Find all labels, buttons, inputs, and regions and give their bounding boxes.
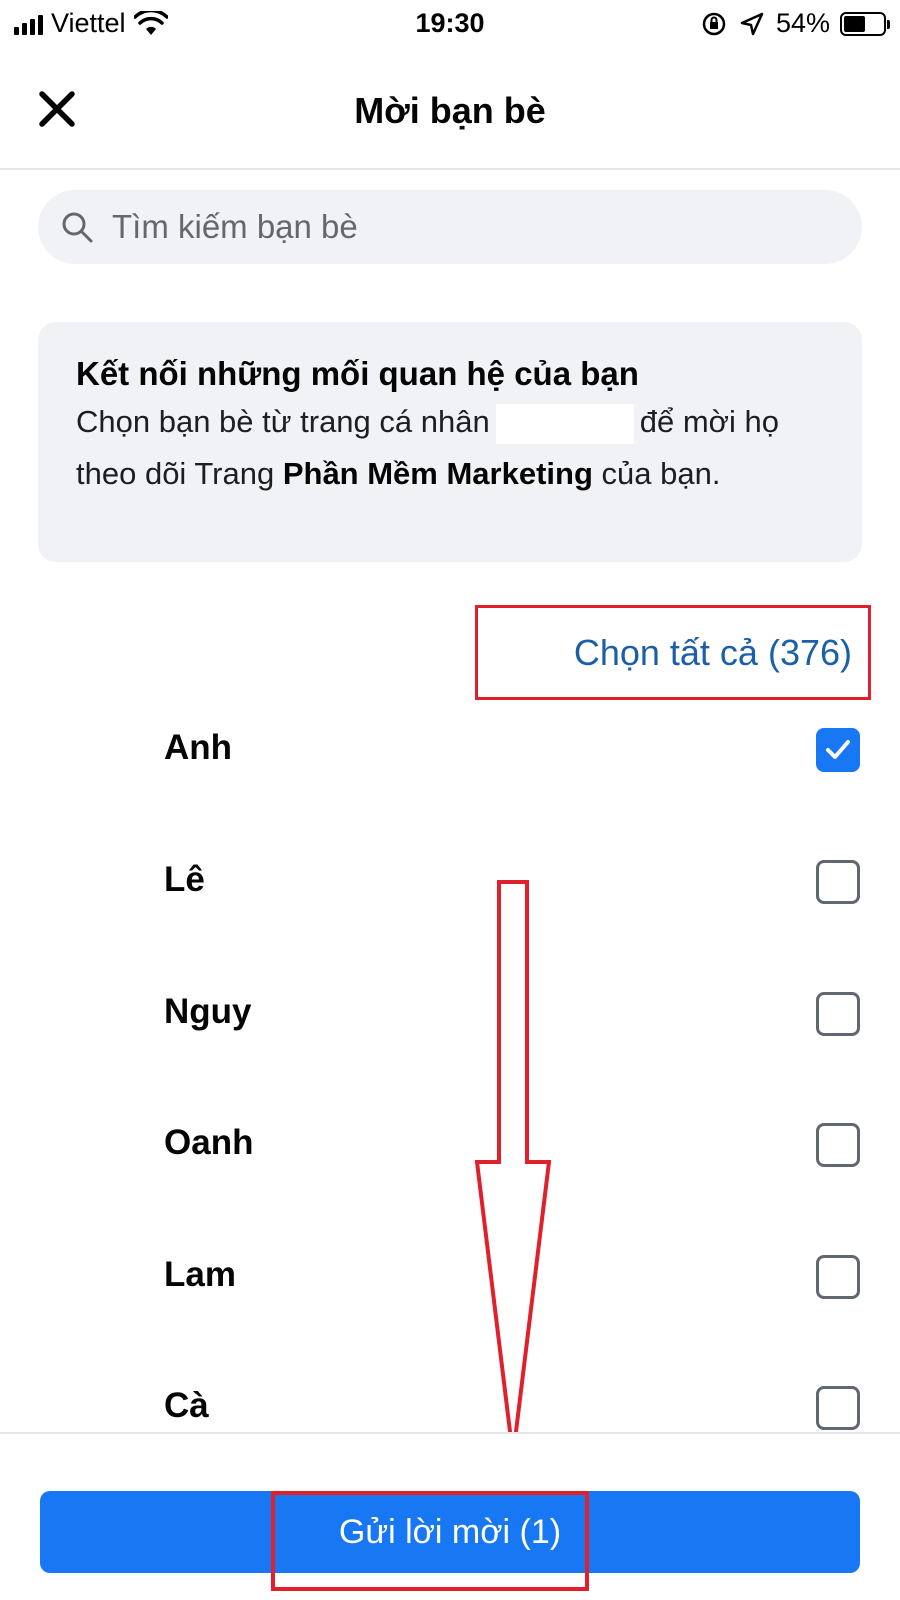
friend-row[interactable]: Oanh [0, 1105, 900, 1185]
send-invites-label: Gửi lời mời (1) [338, 1513, 562, 1551]
friend-checkbox[interactable] [816, 860, 860, 904]
friend-name: Oanh [164, 1123, 254, 1162]
orientation-lock-icon [702, 12, 726, 35]
friend-name: Anh [164, 728, 233, 767]
friend-row[interactable]: Nguy [0, 974, 900, 1054]
friend-name: Nguy [164, 992, 252, 1031]
friend-checkbox[interactable] [816, 992, 860, 1036]
info-card: Kết nối những mối quan hệ của bạn Chọn b… [38, 322, 862, 562]
select-all-label: Chọn tất cả (376) [573, 631, 852, 673]
friend-name: Lê [164, 860, 205, 899]
friend-checkbox[interactable] [816, 1255, 860, 1299]
location-icon [740, 12, 764, 35]
friend-row[interactable]: Lê [0, 842, 900, 922]
info-body: Chọn bạn bè từ trang cá nhân để mời họ th… [76, 396, 824, 500]
status-right: 54% [700, 8, 890, 39]
info-title: Kết nối những mối quan hệ của bạn [76, 355, 639, 392]
friend-name: Cà [164, 1386, 209, 1425]
friend-checkbox[interactable] [816, 1386, 860, 1430]
page-title: Mời bạn bè [354, 90, 546, 131]
search-icon [62, 212, 93, 243]
friend-row[interactable]: Anh [0, 710, 900, 790]
search-input[interactable] [112, 208, 812, 246]
battery-icon [840, 11, 890, 36]
page-name: Phần Mềm Marketing [282, 456, 593, 491]
status-bar: Viettel 19:30 54% [0, 0, 900, 50]
friend-checkbox[interactable] [816, 728, 860, 772]
battery-fill [844, 15, 865, 32]
select-all-button[interactable]: Chọn tất cả (376) [475, 605, 871, 700]
friend-row[interactable]: Lam [0, 1237, 900, 1317]
header: Mời bạn bè [0, 60, 900, 170]
battery-percent: 54% [775, 8, 830, 38]
friend-name: Lam [164, 1255, 236, 1294]
send-invites-button[interactable]: Gửi lời mời (1) [40, 1491, 860, 1573]
friend-checkbox[interactable] [816, 1123, 860, 1167]
info-body-text-3: của bạn. [601, 456, 721, 491]
info-body-text-1: Chọn bạn bè từ trang cá nhân [76, 404, 490, 439]
search-bar[interactable] [38, 190, 862, 264]
bottom-bar: Gửi lời mời (1) [0, 1432, 900, 1600]
check-icon [826, 740, 850, 759]
redacted-name [495, 403, 634, 444]
